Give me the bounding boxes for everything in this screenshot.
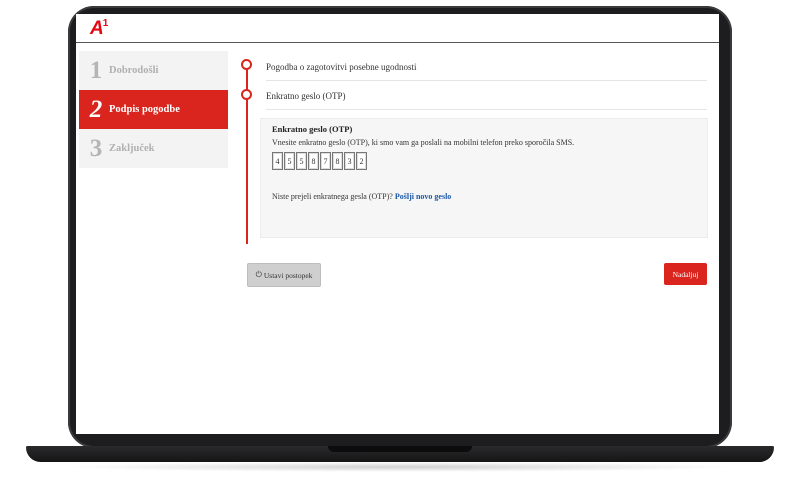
otp-input-group: 4 5 5 8 7 8 3 2 (272, 152, 368, 170)
step-label: Zaključek (109, 143, 155, 154)
section-agreement[interactable]: Pogodba o zagotovitvi posebne ugodnosti (266, 54, 707, 81)
otp-resend-line: Niste prejeli enkratnega gesla (OTP)? Po… (272, 192, 451, 201)
otp-description: Vnesite enkratno geslo (OTP), ki smo vam… (272, 138, 575, 147)
otp-digit-input[interactable]: 7 (320, 152, 331, 170)
section-agreement-title: Pogodba o zagotovitvi posebne ugodnosti (266, 62, 417, 72)
power-icon: ⏻ (255, 270, 262, 279)
step-sign-contract: 2 Podpis pogodbe (79, 90, 228, 129)
resend-otp-link[interactable]: Pošlji novo geslo (395, 192, 451, 201)
logo-letter: A (90, 18, 104, 39)
timeline-dot (241, 89, 252, 100)
continue-button-label: Nadaljuj (672, 269, 699, 279)
otp-resend-prefix: Niste prejeli enkratnega gesla (OTP)? (272, 192, 393, 201)
step-label: Dobrodošli (109, 65, 159, 76)
otp-digit-input[interactable]: 5 (284, 152, 295, 170)
otp-digit-input[interactable]: 2 (356, 152, 367, 170)
step-welcome: 1 Dobrodošli (79, 51, 228, 90)
laptop-shadow (60, 462, 740, 472)
otp-panel: Enkratno geslo (OTP) Vnesite enkratno ge… (260, 118, 708, 238)
otp-digit-input[interactable]: 5 (296, 152, 307, 170)
continue-button[interactable]: Nadaljuj (664, 263, 707, 285)
otp-digit-input[interactable]: 8 (308, 152, 319, 170)
stop-button-label: Ustavi postopek (263, 270, 313, 280)
laptop-notch (328, 446, 472, 452)
top-bar: A1 (76, 14, 719, 43)
step-number: 3 (89, 134, 103, 162)
section-otp-title: Enkratno geslo (OTP) (266, 91, 346, 101)
logo-superscript: 1 (102, 18, 109, 29)
steps-sidebar: 1 Dobrodošli 2 Podpis pogodbe 3 Zaključe… (79, 51, 228, 168)
a1-logo[interactable]: A1 (90, 18, 109, 39)
otp-digit-input[interactable]: 4 (272, 152, 283, 170)
step-completion: 3 Zaključek (79, 129, 228, 168)
otp-panel-title: Enkratno geslo (OTP) (272, 124, 353, 134)
step-number: 2 (89, 95, 103, 123)
otp-digit-input[interactable]: 8 (332, 152, 343, 170)
step-number: 1 (89, 56, 103, 84)
browser-screen: A1 1 Dobrodošli 2 Podpis pogodbe 3 Zaklj… (76, 14, 719, 434)
section-otp[interactable]: Enkratno geslo (OTP) (266, 83, 707, 110)
stop-process-button[interactable]: ⏻ Ustavi postopek (247, 263, 321, 287)
step-label: Podpis pogodbe (109, 104, 180, 115)
otp-digit-input[interactable]: 3 (344, 152, 355, 170)
timeline-dot (241, 59, 252, 70)
